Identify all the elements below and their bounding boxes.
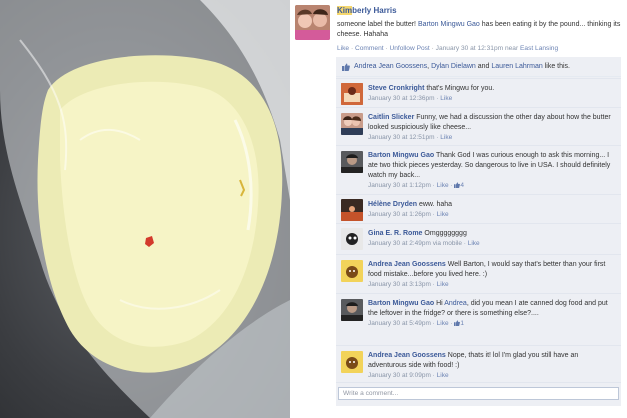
post-actions: Like · Comment · Unfollow Post · January… [337,45,559,52]
comment-like-link[interactable]: Like [437,182,449,189]
post-author[interactable]: Kimberly Harris [337,6,397,15]
post-like-link[interactable]: Like [337,45,349,52]
likes-separator-2: and [475,63,492,70]
comment-text: eww. haha [418,201,453,208]
comment-like-link[interactable]: Like [437,211,449,218]
comment-item: Andrea Jean Goossens Nope, thats it! lol… [336,345,621,382]
comment-item: Andrea Jean Goossens Well Barton, I woul… [336,254,621,293]
post-comment-link[interactable]: Comment [355,45,384,52]
comment-timestamp[interactable]: January 30 at 3:13pm [368,281,431,288]
comment-item: Steve Cronkright that's Mingwu for you. … [336,78,621,107]
comment-timestamp[interactable]: January 30 at 1:12pm [368,182,431,189]
comment-like-link[interactable]: Like [437,281,449,288]
commenter-avatar[interactable] [341,351,363,373]
comment-timestamp[interactable]: January 30 at 9:09pm [368,372,431,379]
comment-item: Caitlin Slicker Funny, we had a discussi… [336,107,621,145]
comment-author[interactable]: Andrea Jean Goossens [368,352,446,359]
likes-suffix: like this. [542,63,570,70]
commenter-avatar[interactable] [341,299,363,321]
comment-text-prefix: Hi [436,300,445,307]
comment-like-link[interactable]: Like [468,240,480,247]
post-location-link[interactable]: East Lansing [520,45,558,52]
commenter-avatar[interactable] [341,228,363,250]
post-text: someone label the butter! Barton Mingwu … [337,20,622,40]
comment-author[interactable]: Steve Cronkright [368,85,424,92]
post-timestamp[interactable]: January 30 at 12:31pm [436,45,503,52]
comment-timestamp[interactable]: January 30 at 12:36pm [368,95,435,102]
comment-item: Hélène Dryden eww. haha January 30 at 1:… [336,194,621,223]
post-author-first: Kim [337,6,353,15]
comment-author[interactable]: Andrea Jean Goossens [368,261,446,268]
comment-timestamp[interactable]: January 30 at 1:26pm [368,211,431,218]
comment-body: Andrea Jean Goossens Nope, thats it! lol… [368,352,579,379]
comment-item: Barton Mingwu Gao Thank God I was curiou… [336,145,621,194]
commenter-avatar[interactable] [341,83,363,105]
commenter-avatar[interactable] [341,260,363,282]
comment-via: via mobile [432,240,462,247]
liker-3[interactable]: Lauren Lahrman [491,63,542,70]
comment-body: Barton Mingwu Gao Thank God I was curiou… [368,152,611,189]
post-author-rest: berly Harris [352,6,397,15]
comment-text: Omgggggggg [424,230,467,237]
comment-timestamp[interactable]: January 30 at 12:51pm [368,134,435,141]
location-prefix: near [504,45,519,52]
likes-row: Andrea Jean Goossens, Dylan Dielawn and … [336,57,621,77]
comment-body: Gina E. R. Rome Omgggggggg January 30 at… [368,230,480,247]
commenter-avatar[interactable] [341,113,363,135]
write-comment-input[interactable]: Write a comment... [338,387,619,400]
kimberly-harris-avatar[interactable] [295,5,330,40]
comment-body: Andrea Jean Goossens Well Barton, I woul… [368,261,606,288]
comment-body: Caitlin Slicker Funny, we had a discussi… [368,114,611,141]
comment-author[interactable]: Gina E. R. Rome [368,230,422,237]
comment-text: that's Mingwu for you. [426,85,495,92]
comment-author[interactable]: Barton Mingwu Gao [368,300,434,307]
comment-like-count[interactable]: 4 [460,182,464,189]
butter-in-plastic-bag-image [0,0,290,418]
comment-like-link[interactable]: Like [437,372,449,379]
comment-mention-link[interactable]: Andrea [444,300,467,307]
comment-body: Hélène Dryden eww. haha January 30 at 1:… [368,201,453,218]
butter-photo [0,0,290,418]
thumbs-up-icon [342,63,350,71]
comments-section: Andrea Jean Goossens, Dylan Dielawn and … [336,57,621,382]
comment-like-link[interactable]: Like [440,134,452,141]
comment-like-count[interactable]: 1 [460,320,464,327]
commenter-avatar[interactable] [341,199,363,221]
comment-body: Steve Cronkright that's Mingwu for you. … [368,85,495,102]
liker-1[interactable]: Andrea Jean Goossens [354,63,427,70]
comment-item: Gina E. R. Rome Omgggggggg January 30 at… [336,223,621,254]
comment-author[interactable]: Barton Mingwu Gao [368,152,434,159]
commenter-avatar[interactable] [341,151,363,173]
post-mention-link[interactable]: Barton Mingwu Gao [418,21,480,28]
comment-author[interactable]: Caitlin Slicker [368,114,414,121]
comment-like-link[interactable]: Like [437,320,449,327]
comment-author[interactable]: Hélène Dryden [368,201,417,208]
liker-2[interactable]: Dylan Dielawn [431,63,476,70]
post-text-before: someone label the butter! [337,21,416,28]
comment-item: Barton Mingwu Gao Hi Andrea, did you mea… [336,293,621,345]
comment-like-link[interactable]: Like [440,95,452,102]
comment-timestamp[interactable]: January 30 at 5:49pm [368,320,431,327]
comment-timestamp[interactable]: January 30 at 2:49pm [368,240,431,247]
comment-body: Barton Mingwu Gao Hi Andrea, did you mea… [368,300,608,327]
unfollow-post-link[interactable]: Unfollow Post [389,45,429,52]
